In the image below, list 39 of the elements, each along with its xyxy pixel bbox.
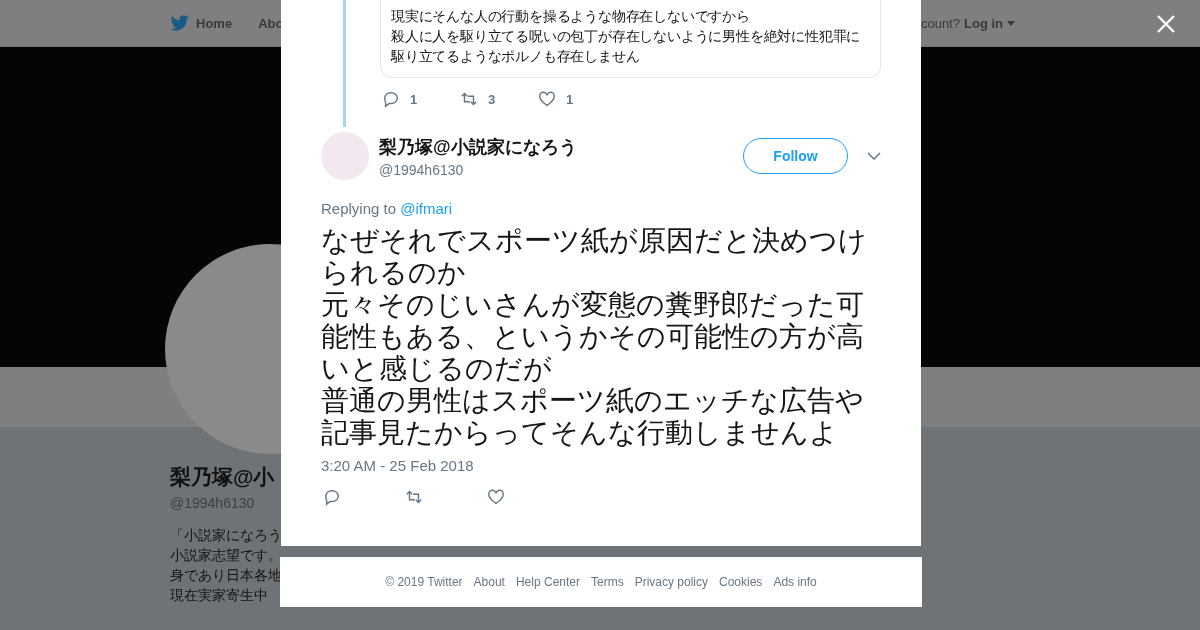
account-prompt: count? <box>920 15 960 31</box>
footer-link[interactable]: Terms <box>591 575 624 589</box>
tweet-timestamp[interactable]: 3:20 AM - 25 Feb 2018 <box>321 457 881 474</box>
home-link[interactable]: Home <box>170 14 233 32</box>
action-count: 1 <box>410 91 418 107</box>
bio-line: 「小説家になろう <box>170 526 282 545</box>
retweet-icon[interactable] <box>460 90 478 108</box>
login-link[interactable]: Log in <box>964 15 1003 31</box>
bio-line: 小説家志望です。 <box>170 546 282 565</box>
user-name[interactable]: 梨乃塚@小説家になろう <box>379 134 743 159</box>
reply-icon[interactable] <box>382 90 400 108</box>
footer-link[interactable]: About <box>473 575 505 589</box>
heart-icon[interactable] <box>487 488 505 506</box>
quoted-tweet-line: 駆り立てるようなポルノも存在しません <box>391 48 641 66</box>
copyright-text: © 2019 Twitter <box>385 575 463 589</box>
quoted-tweet-line: 殺人に人を駆り立てる呪いの包丁が存在しないように男性を絶対に性犯罪に <box>391 28 862 46</box>
replying-label: Replying to <box>321 200 397 217</box>
footer-link[interactable]: Help Center <box>515 575 580 589</box>
retweet-icon[interactable] <box>405 488 423 506</box>
action-count: 1 <box>566 91 574 107</box>
footer-link[interactable]: Ads info <box>773 575 817 589</box>
caret-icon[interactable] <box>1007 20 1015 26</box>
tweet-text: 元々そのじいさんが変態の糞野郎だった可能性もある、というかその可能性の方が高いと感じるのだが <box>321 289 865 385</box>
quoted-tweet-line: 現実にそんな人の行動を操るような物存在しないですから <box>391 8 751 26</box>
bird-icon <box>170 14 190 32</box>
user-handle[interactable]: @1994h6130 <box>379 161 743 178</box>
profile-name: 梨乃塚@小 <box>170 464 275 490</box>
tweet-text: なぜそれでスポーツ紙が原因だと決めつけられるのか <box>321 225 868 289</box>
follow-button[interactable]: Follow <box>743 138 848 174</box>
footer-link[interactable]: Privacy policy <box>634 575 708 589</box>
close-icon[interactable] <box>1156 14 1176 34</box>
heart-icon[interactable] <box>538 90 556 108</box>
mention-link[interactable]: @ifmari <box>400 200 453 217</box>
footer-link[interactable]: Cookies <box>719 575 763 589</box>
bio-line: 現在実家寄生中 <box>170 586 268 605</box>
reply-icon[interactable] <box>323 488 341 506</box>
action-count: 3 <box>488 91 496 107</box>
chevron-down-icon[interactable] <box>867 152 881 160</box>
tweet-text: 普通の男性はスポーツ紙のエッチな広告や記事見たからってそんな行動しませんよ <box>321 385 865 449</box>
